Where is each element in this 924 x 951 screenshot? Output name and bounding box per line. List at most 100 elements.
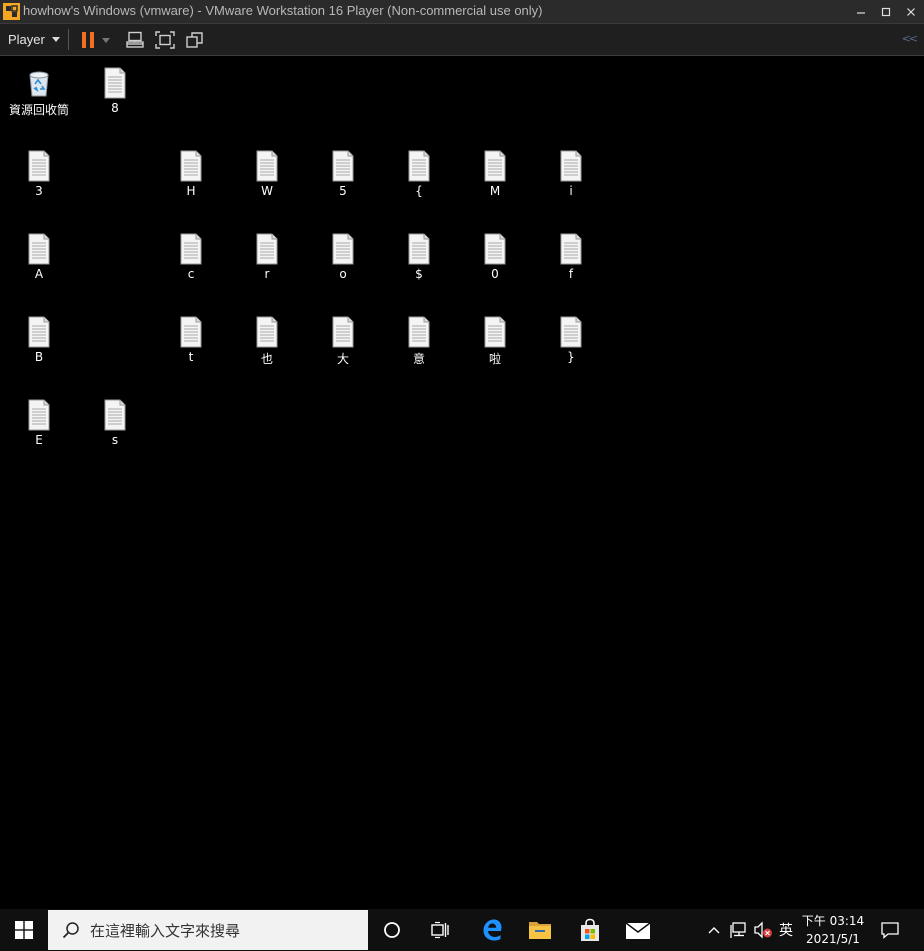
desktop-file[interactable]: H (153, 144, 229, 204)
desktop-file[interactable]: 0 (457, 227, 533, 287)
file-explorer-taskbar-button[interactable] (516, 909, 564, 951)
mail-taskbar-button[interactable] (614, 909, 662, 951)
send-ctrl-alt-del-button[interactable] (123, 28, 147, 51)
network-tray-button[interactable] (727, 909, 751, 951)
file-label: } (567, 350, 575, 364)
desktop-file[interactable]: 大 (305, 310, 381, 370)
guest-desktop[interactable]: 資源回收筒 8 3 H W 5 { M i A c r o $ 0 f B t … (0, 56, 924, 909)
desktop-file[interactable]: t (153, 310, 229, 370)
close-button[interactable] (900, 0, 922, 23)
unity-mode-button[interactable] (183, 28, 207, 51)
file-label: s (111, 433, 119, 447)
desktop-file[interactable]: r (229, 227, 305, 287)
maximize-button[interactable] (875, 0, 897, 23)
file-label: A (34, 267, 44, 281)
text-file-icon (104, 67, 126, 99)
pause-icon (82, 31, 94, 48)
task-view-button[interactable] (416, 909, 464, 951)
title-bar[interactable]: howhow's Windows (vmware) - VMware Works… (0, 0, 924, 24)
file-label: M (489, 184, 501, 198)
text-file-icon (484, 150, 506, 182)
file-label: c (187, 267, 195, 281)
collapse-toolbar-button[interactable]: << (902, 32, 919, 45)
text-file-icon (408, 150, 430, 182)
pause-button[interactable] (76, 28, 100, 51)
text-file-icon (180, 233, 202, 265)
text-file-icon (256, 316, 278, 348)
player-menu-button[interactable]: Player (2, 28, 66, 51)
volume-tray-button[interactable] (751, 909, 775, 951)
desktop-file[interactable]: s (77, 393, 153, 453)
file-label: o (339, 267, 347, 281)
file-label: t (188, 350, 194, 364)
desktop-file[interactable]: 意 (381, 310, 457, 370)
ime-label: 英 (779, 923, 793, 939)
start-button[interactable] (0, 909, 48, 951)
file-label: B (34, 350, 44, 364)
desktop-file[interactable]: W (229, 144, 305, 204)
cortana-button[interactable] (368, 909, 416, 951)
vmware-logo-icon (3, 3, 20, 20)
text-file-icon (180, 316, 202, 348)
desktop-file[interactable]: 8 (77, 61, 153, 121)
text-file-icon (28, 316, 50, 348)
desktop-file[interactable]: 也 (229, 310, 305, 370)
minimize-button[interactable] (850, 0, 872, 23)
recycle-bin[interactable]: 資源回收筒 (1, 61, 77, 121)
desktop-file[interactable]: A (1, 227, 77, 287)
network-icon (730, 922, 746, 938)
search-placeholder: 在這裡輸入文字來搜尋 (90, 921, 241, 940)
send-keys-icon (126, 31, 144, 48)
show-hidden-icons-button[interactable] (703, 909, 725, 951)
desktop-file[interactable]: 啦 (457, 310, 533, 370)
player-menu-label: Player (8, 32, 45, 47)
desktop-file[interactable]: 5 (305, 144, 381, 204)
store-bag-icon (581, 918, 599, 941)
file-label: 8 (111, 101, 119, 115)
desktop-file[interactable]: $ (381, 227, 457, 287)
store-taskbar-button[interactable] (566, 909, 614, 951)
file-label: 意 (412, 352, 425, 366)
desktop-file[interactable]: 3 (1, 144, 77, 204)
text-file-icon (28, 233, 50, 265)
text-file-icon (332, 233, 354, 265)
edge-browser-icon (483, 919, 502, 941)
text-file-icon (332, 316, 354, 348)
edge-taskbar-button[interactable] (468, 909, 516, 951)
desktop-file[interactable]: i (533, 144, 609, 204)
clock[interactable]: 下午 03:14 2021/5/1 (798, 912, 868, 948)
file-label: H (186, 184, 196, 198)
file-label: $ (415, 267, 423, 281)
clock-time: 下午 03:14 (801, 914, 865, 928)
window-title: howhow's Windows (vmware) - VMware Works… (23, 3, 543, 18)
action-center-button[interactable] (872, 909, 908, 951)
recycle-bin-label: 資源回收筒 (8, 103, 69, 117)
desktop-file[interactable]: } (533, 310, 609, 370)
desktop-file[interactable]: f (533, 227, 609, 287)
file-label: 大 (336, 352, 349, 366)
desktop-file[interactable]: o (305, 227, 381, 287)
file-label: f (568, 267, 574, 281)
windows-logo-icon (15, 921, 33, 939)
pause-dropdown-button[interactable] (98, 28, 114, 51)
desktop-file[interactable]: B (1, 310, 77, 370)
search-box[interactable]: 在這裡輸入文字來搜尋 (48, 910, 368, 950)
text-file-icon (256, 233, 278, 265)
cortana-circle-icon (384, 922, 400, 938)
desktop-file[interactable]: c (153, 227, 229, 287)
text-file-icon (560, 233, 582, 265)
desktop-file[interactable]: { (381, 144, 457, 204)
file-label: 啦 (488, 352, 501, 366)
text-file-icon (484, 233, 506, 265)
desktop-file[interactable]: M (457, 144, 533, 204)
chevron-down-icon (102, 37, 110, 43)
full-screen-icon (155, 30, 175, 49)
text-file-icon (484, 316, 506, 348)
ime-indicator[interactable]: 英 (775, 909, 797, 951)
desktop-file[interactable]: E (1, 393, 77, 453)
toolbar-divider (68, 29, 69, 50)
file-label: E (35, 433, 43, 447)
player-toolbar: Player << (0, 24, 924, 56)
chevron-down-icon (51, 37, 60, 42)
full-screen-button[interactable] (153, 28, 177, 51)
